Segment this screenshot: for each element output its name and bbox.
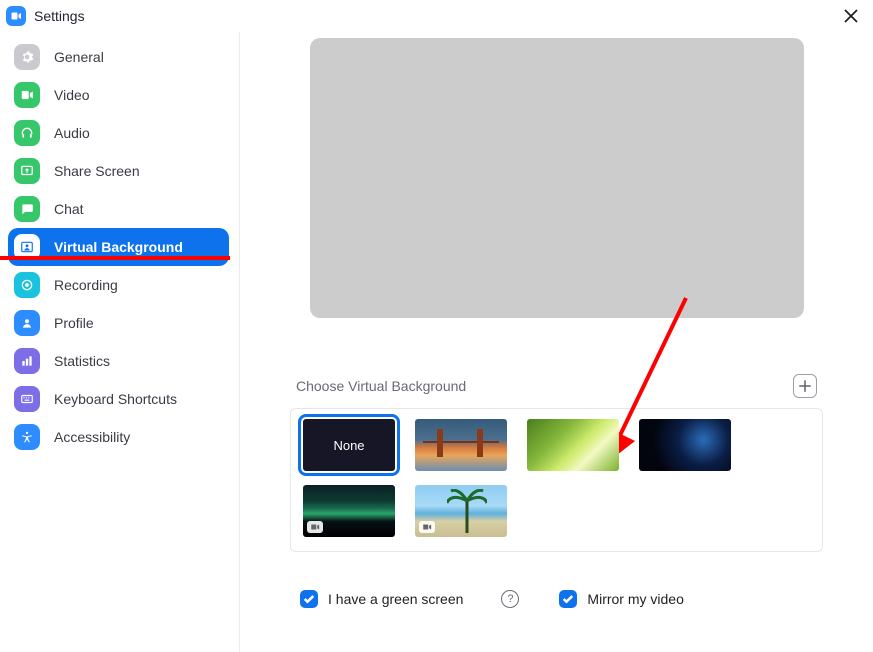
background-thumbnails: None (290, 408, 823, 552)
sidebar-item-label: General (54, 49, 104, 65)
sidebar-item-label: Virtual Background (54, 239, 183, 255)
sidebar-item-label: Profile (54, 315, 94, 331)
sidebar-item-profile[interactable]: Profile (8, 304, 229, 342)
video-preview (310, 38, 804, 318)
sidebar-item-label: Recording (54, 277, 118, 293)
sidebar-item-label: Chat (54, 201, 84, 217)
keyboard-icon (14, 386, 40, 412)
sidebar-item-keyboard-shortcuts[interactable]: Keyboard Shortcuts (8, 380, 229, 418)
sidebar-item-label: Audio (54, 125, 90, 141)
gear-icon (14, 44, 40, 70)
headphones-icon (14, 120, 40, 146)
sidebar-item-recording[interactable]: Recording (8, 266, 229, 304)
app-icon (6, 6, 26, 26)
sidebar-item-label: Keyboard Shortcuts (54, 391, 177, 407)
highlight-underline (0, 256, 230, 260)
sidebar-item-statistics[interactable]: Statistics (8, 342, 229, 380)
record-icon (14, 272, 40, 298)
sidebar-item-share-screen[interactable]: Share Screen (8, 152, 229, 190)
green-screen-checkbox[interactable]: I have a green screen (300, 590, 463, 608)
share-screen-icon (14, 158, 40, 184)
checkbox-label: Mirror my video (587, 591, 683, 607)
video-badge-icon (419, 521, 435, 533)
bg-thumb-aurora[interactable] (303, 485, 395, 537)
sidebar-item-accessibility[interactable]: Accessibility (8, 418, 229, 456)
help-icon[interactable]: ? (501, 590, 519, 608)
sidebar: General Video Audio Share Screen Chat (0, 32, 240, 652)
window-title: Settings (34, 8, 85, 24)
section-title: Choose Virtual Background (296, 378, 466, 394)
options-row: I have a green screen ? Mirror my video (290, 590, 823, 608)
sidebar-item-label: Share Screen (54, 163, 140, 179)
checkbox-checked-icon (559, 590, 577, 608)
sidebar-item-audio[interactable]: Audio (8, 114, 229, 152)
add-background-button[interactable] (793, 374, 817, 398)
checkbox-checked-icon (300, 590, 318, 608)
bg-thumb-none[interactable]: None (303, 419, 395, 471)
sidebar-item-label: Accessibility (54, 429, 130, 445)
video-icon (14, 82, 40, 108)
bg-thumb-earth[interactable] (639, 419, 731, 471)
sidebar-item-label: Statistics (54, 353, 110, 369)
bar-chart-icon (14, 348, 40, 374)
bg-thumb-beach[interactable] (415, 485, 507, 537)
mirror-video-checkbox[interactable]: Mirror my video (559, 590, 683, 608)
bg-thumb-grass[interactable] (527, 419, 619, 471)
checkbox-label: I have a green screen (328, 591, 463, 607)
sidebar-item-chat[interactable]: Chat (8, 190, 229, 228)
video-badge-icon (307, 521, 323, 533)
sidebar-item-general[interactable]: General (8, 38, 229, 76)
chat-icon (14, 196, 40, 222)
sidebar-item-label: Video (54, 87, 90, 103)
accessibility-icon (14, 424, 40, 450)
close-button[interactable] (839, 4, 863, 28)
titlebar: Settings (0, 0, 873, 32)
sidebar-item-video[interactable]: Video (8, 76, 229, 114)
content-pane: Choose Virtual Background None (240, 32, 873, 652)
bg-thumb-bridge[interactable] (415, 419, 507, 471)
person-icon (14, 310, 40, 336)
bg-thumb-label: None (333, 438, 364, 453)
sidebar-item-virtual-background[interactable]: Virtual Background (8, 228, 229, 266)
